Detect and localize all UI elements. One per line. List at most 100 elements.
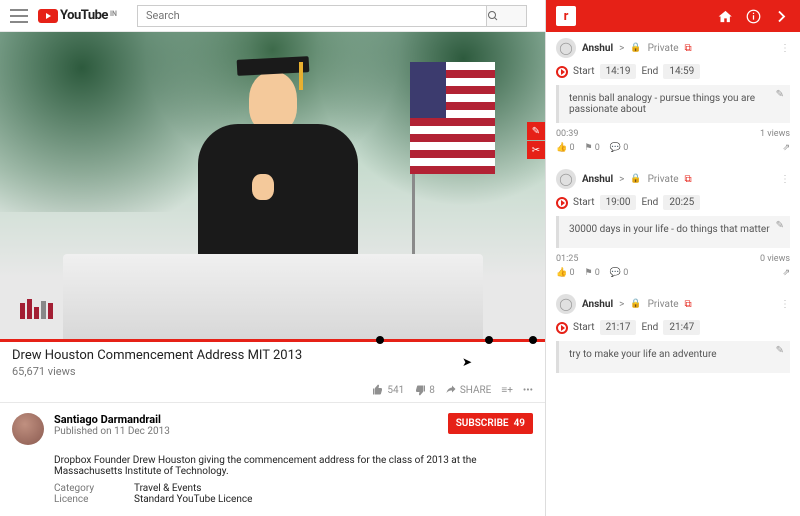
next-icon[interactable]	[772, 7, 790, 25]
note-user[interactable]: Anshul	[582, 299, 613, 310]
note-play-button[interactable]	[556, 322, 568, 334]
pencil-icon[interactable]: ✎	[776, 89, 784, 100]
note-privacy-sep: >	[619, 43, 624, 54]
note-menu-icon[interactable]: ⋮	[780, 174, 790, 185]
note-avatar: ◯	[556, 294, 576, 314]
note-end-time[interactable]: 20:25	[663, 195, 700, 210]
note-item: ◯ Anshul > 🔒 Private ⧉ ⋮ Start 19:00 End…	[556, 169, 790, 278]
subscribe-count: 49	[514, 418, 525, 429]
us-flag	[410, 62, 495, 172]
note-start-time[interactable]: 14:19	[600, 64, 637, 79]
youtube-logo[interactable]: YouTube IN	[38, 8, 117, 23]
note-duration: 01:25	[556, 254, 578, 264]
scrubber-marker[interactable]	[485, 336, 493, 344]
note-text: tennis ball analogy - pursue things you …	[569, 93, 755, 115]
note-item: ◯ Anshul > 🔒 Private ⧉ ⋮ Start 14:19 End…	[556, 38, 790, 153]
external-link-icon[interactable]: ⧉	[685, 299, 692, 310]
note-end-label: End	[641, 197, 658, 208]
video-views: 65,671 views	[12, 365, 533, 378]
search-input[interactable]	[137, 5, 487, 27]
annotate-scissor-button[interactable]: ✂	[527, 141, 545, 159]
note-start-label: Start	[573, 197, 595, 208]
notes-list: ◯ Anshul > 🔒 Private ⧉ ⋮ Start 14:19 End…	[546, 32, 800, 516]
video-title: Drew Houston Commencement Address MIT 20…	[12, 348, 533, 363]
publish-date: Published on 11 Dec 2013	[54, 426, 438, 437]
subscribe-label: SUBSCRIBE	[456, 418, 509, 429]
more-actions-button[interactable]: •••	[523, 385, 533, 396]
note-play-button[interactable]	[556, 66, 568, 78]
hamburger-menu[interactable]	[10, 9, 28, 23]
licence-label: Licence	[54, 494, 114, 505]
note-views: 0 views	[760, 254, 790, 264]
share-arrow-icon	[445, 384, 457, 396]
add-to-button[interactable]: ≡+	[501, 385, 513, 396]
share-label: SHARE	[460, 385, 492, 396]
youtube-brand-text: YouTube	[60, 8, 108, 23]
note-replies[interactable]: ⚑ 0	[585, 268, 600, 278]
channel-avatar[interactable]	[12, 413, 44, 445]
youtube-country-code: IN	[110, 10, 117, 18]
youtube-play-icon	[38, 9, 58, 23]
note-replies[interactable]: ⚑ 0	[585, 143, 600, 153]
note-comments[interactable]: 💬 0	[610, 143, 629, 153]
note-privacy: Private	[648, 174, 679, 185]
video-player[interactable]: ✎ ✂	[0, 32, 545, 339]
note-body: ✎ tennis ball analogy - pursue things yo…	[556, 85, 790, 123]
like-button[interactable]: 541	[372, 384, 404, 396]
note-privacy: Private	[648, 43, 679, 54]
category-label: Category	[54, 483, 114, 494]
pencil-icon[interactable]: ✎	[776, 345, 784, 356]
video-description: Dropbox Founder Drew Houston giving the …	[54, 455, 533, 477]
pencil-icon[interactable]: ✎	[776, 220, 784, 231]
lock-icon: 🔒	[630, 43, 641, 53]
external-link-icon[interactable]: ⧉	[685, 174, 692, 185]
note-likes[interactable]: 👍 0	[556, 143, 575, 153]
scrubber-marker[interactable]	[529, 336, 537, 344]
note-privacy: Private	[648, 299, 679, 310]
note-start-time[interactable]: 21:17	[600, 320, 637, 335]
dislike-button[interactable]: 8	[414, 384, 435, 396]
like-count: 541	[387, 385, 404, 396]
video-scrubber[interactable]	[0, 339, 545, 342]
share-button[interactable]: SHARE	[445, 384, 492, 396]
note-item: ◯ Anshul > 🔒 Private ⧉ ⋮ Start 21:17 End…	[556, 294, 790, 373]
note-likes[interactable]: 👍 0	[556, 268, 575, 278]
video-podium	[63, 254, 483, 339]
note-menu-icon[interactable]: ⋮	[780, 299, 790, 310]
scrubber-marker[interactable]	[376, 336, 384, 344]
note-play-button[interactable]	[556, 197, 568, 209]
category-value[interactable]: Travel & Events	[134, 483, 201, 494]
note-end-label: End	[641, 66, 658, 77]
note-share-icon[interactable]: ⇗	[782, 143, 790, 153]
note-text: 30000 days in your life - do things that…	[569, 224, 770, 235]
note-end-label: End	[641, 322, 658, 333]
note-start-label: Start	[573, 322, 595, 333]
note-avatar: ◯	[556, 169, 576, 189]
thumbs-down-icon	[414, 384, 426, 396]
info-icon[interactable]	[744, 7, 762, 25]
search-button[interactable]	[487, 5, 527, 27]
subscribe-button[interactable]: SUBSCRIBE 49	[448, 413, 533, 434]
note-menu-icon[interactable]: ⋮	[780, 43, 790, 54]
note-share-icon[interactable]: ⇗	[782, 268, 790, 278]
note-user[interactable]: Anshul	[582, 174, 613, 185]
note-privacy-sep: >	[619, 174, 624, 185]
panel-logo[interactable]: r	[556, 6, 576, 26]
search-icon	[487, 10, 499, 22]
annotate-pencil-button[interactable]: ✎	[527, 122, 545, 140]
note-body: ✎ try to make your life an adventure	[556, 341, 790, 373]
note-text: try to make your life an adventure	[569, 349, 717, 360]
note-user[interactable]: Anshul	[582, 43, 613, 54]
note-start-time[interactable]: 19:00	[600, 195, 637, 210]
mit-logo	[20, 299, 53, 319]
note-start-label: Start	[573, 66, 595, 77]
note-end-time[interactable]: 21:47	[663, 320, 700, 335]
channel-name[interactable]: Santiago Darmandrail	[54, 413, 438, 426]
lock-icon: 🔒	[630, 299, 641, 309]
external-link-icon[interactable]: ⧉	[685, 43, 692, 54]
licence-value: Standard YouTube Licence	[134, 494, 252, 505]
home-icon[interactable]	[716, 7, 734, 25]
note-comments[interactable]: 💬 0	[610, 268, 629, 278]
lock-icon: 🔒	[630, 174, 641, 184]
note-end-time[interactable]: 14:59	[663, 64, 700, 79]
